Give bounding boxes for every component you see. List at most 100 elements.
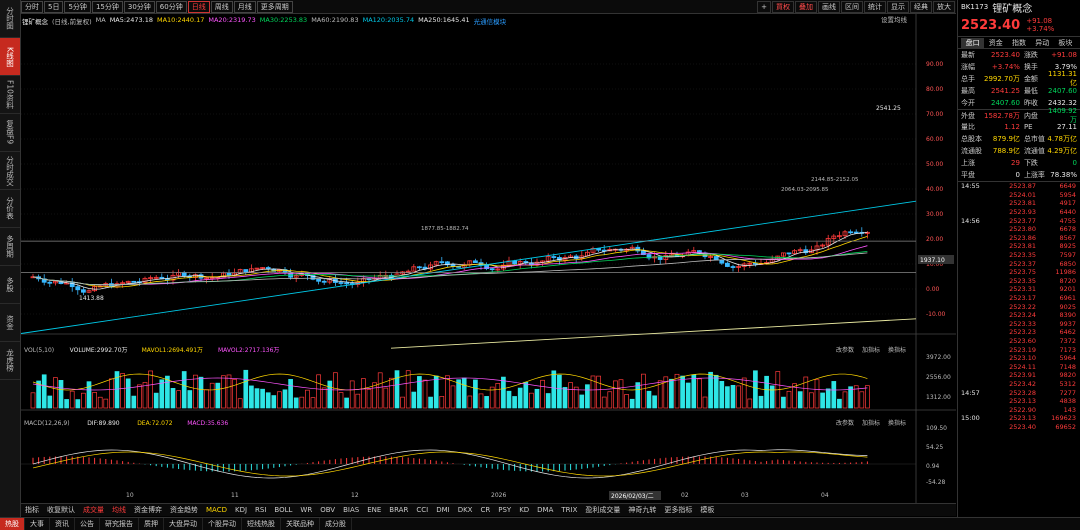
indicator-tab-11[interactable]: OBV	[316, 504, 339, 516]
left-tab-3[interactable]: 复盘F9	[0, 114, 20, 152]
trade-volume: 6961	[1059, 294, 1076, 303]
indicator-tab-17[interactable]: DKX	[454, 504, 477, 516]
period-5[interactable]: 60分钟	[155, 0, 187, 13]
volume-bar	[445, 375, 450, 409]
toolbar-btn-2[interactable]: 叠加	[795, 0, 817, 13]
indicator-tab-5[interactable]: 资金趋势	[166, 504, 202, 516]
quote-tab-3[interactable]: 异动	[1031, 38, 1054, 48]
bottom-tab-4[interactable]: 研究报告	[100, 518, 139, 530]
indicator-tab-6[interactable]: MACD	[202, 504, 231, 516]
left-tab-7[interactable]: 多股	[0, 266, 20, 304]
setting-ma-button[interactable]: 设置均线	[881, 15, 908, 24]
bottom-tab-7[interactable]: 个股异动	[203, 518, 242, 530]
quote-label: 量比	[961, 123, 975, 131]
period-4[interactable]: 30分钟	[123, 0, 155, 13]
left-tab-4[interactable]: 分时成交	[0, 152, 20, 190]
quote-tab-4[interactable]: 板块	[1054, 38, 1077, 48]
price-tag: 1937.10	[918, 255, 954, 264]
indicator-tab-4[interactable]: 资金博弈	[130, 504, 166, 516]
macd-panel-btn-1[interactable]: 加指标	[862, 419, 880, 427]
indicator-tab-25[interactable]: 更多指标	[660, 504, 696, 516]
period-1[interactable]: 5日	[44, 0, 64, 13]
indicator-tab-0[interactable]: 指标	[21, 504, 43, 516]
indicator-tab-18[interactable]: CR	[476, 504, 494, 516]
volume-bar	[747, 398, 753, 409]
quote-code: BK1173	[961, 3, 989, 11]
left-tab-5[interactable]: 分价表	[0, 190, 20, 228]
period-9[interactable]: 更多周期	[256, 0, 293, 13]
period-3[interactable]: 15分钟	[91, 0, 123, 13]
period-6[interactable]: 日线	[187, 0, 210, 13]
indicator-tab-23[interactable]: 盈利成交量	[581, 504, 624, 516]
indicator-tab-8[interactable]: RSI	[251, 504, 270, 516]
toolbar-btn-8[interactable]: 放大	[933, 0, 955, 13]
period-0[interactable]: 分时	[21, 0, 43, 13]
trade-price: 2523.37	[1009, 259, 1036, 268]
toolbar-btn-1[interactable]: 買权	[772, 0, 794, 13]
vol-panel-btn-1[interactable]: 加指标	[862, 346, 880, 354]
quote-tab-1[interactable]: 资金	[984, 38, 1007, 48]
left-tab-0[interactable]: 分时图	[0, 0, 20, 38]
period-8[interactable]: 月线	[233, 0, 256, 13]
bottom-tab-5[interactable]: 质押	[139, 518, 164, 530]
quote-tab-0[interactable]: 盘口	[961, 37, 985, 48]
bottom-tab-1[interactable]: 大事	[25, 518, 50, 530]
indicator-tab-1[interactable]: 收复默认	[43, 504, 79, 516]
vol-tick: 3972.00	[926, 354, 951, 361]
volume-bar	[299, 396, 305, 409]
trade-price: 2523.24	[1009, 311, 1036, 320]
bottom-tab-2[interactable]: 资讯	[50, 518, 75, 530]
trade-price: 2523.10	[1009, 354, 1036, 363]
trade-volume: 169623	[1051, 414, 1076, 423]
volume-bar	[540, 379, 545, 409]
indicator-tab-10[interactable]: WR	[296, 504, 316, 516]
volume-bar	[736, 385, 741, 409]
left-tab-8[interactable]: 资金	[0, 304, 20, 342]
indicator-tab-14[interactable]: BRAR	[385, 504, 412, 516]
indicator-tab-19[interactable]: PSY	[494, 504, 515, 516]
vol-panel-btn-0[interactable]: 改参数	[836, 346, 854, 354]
indicator-tab-21[interactable]: DMA	[533, 504, 557, 516]
vol-legend-2: MAVOL1:2694.491万	[142, 347, 203, 354]
toolbar-btn-7[interactable]: 经典	[910, 0, 932, 13]
bottom-tab-10[interactable]: 成分股	[320, 518, 352, 530]
toolbar-btn-3[interactable]: 画线	[818, 0, 840, 13]
indicator-tab-16[interactable]: DMI	[432, 504, 454, 516]
bottom-tab-0[interactable]: 热股	[0, 518, 25, 530]
bottom-tab-8[interactable]: 短线热股	[242, 518, 281, 530]
bottom-tab-3[interactable]: 公告	[75, 518, 100, 530]
indicator-tab-7[interactable]: KDJ	[231, 504, 251, 516]
left-tab-6[interactable]: 多周期	[0, 228, 20, 266]
toolbar-btn-5[interactable]: 统计	[864, 0, 886, 13]
indicator-tab-15[interactable]: CCI	[412, 504, 432, 516]
macd-panel-btn-0[interactable]: 改参数	[836, 419, 854, 427]
indicator-tab-24[interactable]: 神奇九转	[624, 504, 660, 516]
quote-tab-2[interactable]: 指数	[1007, 38, 1030, 48]
vol-panel-btn-2[interactable]: 换指标	[888, 346, 906, 354]
indicator-tab-20[interactable]: KD	[515, 504, 533, 516]
left-tab-9[interactable]: 龙虎榜	[0, 342, 20, 380]
macd-tick: -54.28	[926, 479, 946, 486]
indicator-tab-2[interactable]: 成交量	[79, 504, 108, 516]
left-tab-1[interactable]: K线图	[0, 38, 20, 76]
bottom-tab-6[interactable]: 大盘异动	[164, 518, 203, 530]
volume-bar	[30, 392, 36, 409]
toolbar-btn-0[interactable]: +	[757, 0, 771, 13]
left-tab-2[interactable]: F10资料	[0, 76, 20, 114]
indicator-tab-12[interactable]: BIAS	[339, 504, 363, 516]
toolbar-btn-4[interactable]: 区间	[841, 0, 863, 13]
toolbar-btn-6[interactable]: 显示	[887, 0, 909, 13]
indicator-tab-26[interactable]: 模板	[696, 504, 718, 516]
trade-price: 2523.75	[1009, 268, 1036, 277]
trade-volume: 4917	[1059, 199, 1076, 208]
bottom-tab-9[interactable]: 关联品种	[281, 518, 320, 530]
indicator-tab-9[interactable]: BOLL	[270, 504, 296, 516]
macd-panel-btn-2[interactable]: 换指标	[888, 419, 906, 427]
period-7[interactable]: 周线	[210, 0, 233, 13]
indicator-tab-3[interactable]: 均线	[108, 504, 130, 516]
period-2[interactable]: 5分钟	[64, 0, 91, 13]
indicator-tab-22[interactable]: TRIX	[557, 504, 581, 516]
indicator-tab-13[interactable]: ENE	[363, 504, 385, 516]
volume-bar	[433, 375, 439, 409]
kline-chart[interactable]: 90.00 80.00 70.00 60.00 50.00 40.00 30.00 20.00…	[21, 14, 956, 503]
